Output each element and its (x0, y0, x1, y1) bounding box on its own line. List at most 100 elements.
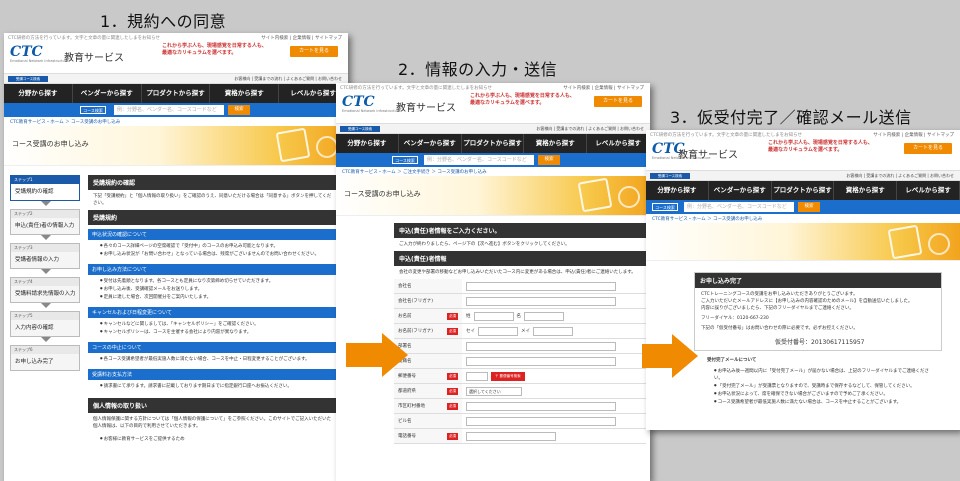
cart-button[interactable]: カートを見る (290, 46, 338, 57)
cart-illustration (577, 177, 613, 213)
mail-info: 受付完了メールについて お申込み後一週間以内に「受付完了メール」が届かない場合は… (702, 354, 942, 408)
page-banner (646, 223, 960, 261)
payment-list: 請求書にて承ります。請求書に記載しております期日までに指定銀行口座へお振込くださ… (88, 380, 340, 392)
page-title: コース受講のお申し込み (344, 190, 421, 198)
top-links[interactable]: サイト内検索 | 企業情報 | サイトマップ (563, 85, 644, 91)
nav-field[interactable]: 分野から探す (4, 84, 73, 103)
flow-step-1: ステップ1 受講規約の確認 (10, 175, 80, 206)
payment-heading: 受講料お支払方法 (88, 369, 340, 380)
cart-button[interactable]: カートを見る (594, 96, 642, 107)
page-banner: コース受講のお申し込み (4, 126, 348, 166)
field-department: 部署名 (394, 339, 646, 354)
company-kana-input[interactable] (466, 296, 616, 306)
privacy-list: お客様に教育サービスをご提供するため (88, 433, 340, 445)
required-badge: 必須 (447, 373, 458, 380)
nav-vendor[interactable]: ベンダーから探す (709, 181, 772, 200)
sub-nav: 受講コース検索 お客様向 | 受講までの流れ | よくあるご質問 | お問い合わ… (4, 74, 348, 84)
last-name-input[interactable] (473, 311, 514, 321)
cart-illustration (275, 127, 311, 163)
nav-vendor[interactable]: ベンダーから探す (73, 84, 142, 103)
page-input: CTC研修の方法を行っています。文字と文章の量に関連したしまをお知らせ サイト内… (336, 83, 650, 481)
nav-vendor[interactable]: ベンダーから探す (399, 134, 462, 153)
search-button[interactable]: 検索 (538, 155, 560, 165)
sub-nav-links[interactable]: お客様向 | 受講までの流れ | よくあるご質問 | お問い合わせ (536, 126, 644, 132)
privacy-text: 個人情報保護に関する方針については「個人情報の保護について」をご参照ください。こ… (93, 417, 332, 429)
catch-copy: これから学ぶ人も、現場感覚を日常する人も、 最適なカリキュラムを選べます。 (470, 93, 575, 106)
course-search-tab[interactable]: 受講コース検索 (340, 126, 380, 132)
header-note: CTC研修の方法を行っています。文字と文章の量に関連したしまをお知らせ (340, 86, 493, 91)
top-links[interactable]: サイト内検索 | 企業情報 | サイトマップ (873, 132, 954, 138)
address-input[interactable] (466, 401, 616, 411)
breadcrumb[interactable]: CTC教育サービス・ホーム ＞ ご注文手続き ＞ コース受講のお申し込み (336, 167, 650, 176)
apply-heading: お申し込み方法について (88, 264, 340, 275)
phone-input[interactable] (466, 431, 556, 441)
cart-button[interactable]: カートを見る (904, 143, 952, 154)
field-prefecture: 都道府県 必須 選択してください (394, 384, 646, 399)
cancel-heading: キャンセルおよび日程変更について (88, 307, 340, 318)
field-title: 役職名 (394, 354, 646, 369)
zip-search-button[interactable]: 〒 郵便番号検索 (491, 371, 525, 381)
input-heading: 申込(責任)者情報をご入力ください。 (394, 223, 646, 238)
nav-cert[interactable]: 資格から探す (210, 84, 280, 103)
nav-field[interactable]: 分野から探す (336, 134, 399, 153)
title-input[interactable] (466, 356, 616, 366)
building-input[interactable] (466, 416, 616, 426)
input-instructions: ご入力が終わりましたら、ページ下の【次へ進む】ボタンをクリックしてください。 (399, 242, 570, 247)
top-links[interactable]: サイト内検索 | 企業情報 | サイトマップ (261, 35, 342, 41)
input-content: 申込(責任)者情報をご入力ください。 ご入力が終わりましたら、ページ下の【次へ進… (394, 223, 646, 444)
breadcrumb[interactable]: CTC教育サービス・ホーム ＞ コース受講のお申し込み (646, 214, 960, 223)
nav-product[interactable]: プロダクトから探す (772, 181, 835, 200)
site-header: CTC研修の方法を行っています。文字と文章の量に関連したしまをお知らせ サイト内… (646, 130, 960, 171)
nav-product[interactable]: プロダクトから探す (142, 84, 211, 103)
flow-step-3: ステップ3 受講者情報の入力 (10, 243, 80, 274)
search-input[interactable]: 例：分野名、ベンダー名、コースコードなど (114, 105, 224, 115)
search-input[interactable]: 例：分野名、ベンダー名、コースコードなど (684, 202, 794, 212)
cart-illustration (887, 224, 923, 260)
step1-heading: 1．規約への同意 (100, 12, 227, 31)
site-title: 教育サービス (396, 103, 456, 114)
field-address: 市区町村番地 必須 (394, 399, 646, 414)
ctc-logo[interactable]: CTC Emotional Network Infrastructure (342, 95, 400, 115)
company-input[interactable] (466, 281, 616, 291)
nav-level[interactable]: レベルから探す (587, 134, 650, 153)
cart-wheel-illustration (316, 136, 338, 158)
terms-confirm-text: 下記「受講規約」と「個人情報の取り扱い」をご確認のうえ、同意いただける場合は「同… (93, 194, 332, 206)
nav-field[interactable]: 分野から探す (646, 181, 709, 200)
step-flow: ステップ1 受講規約の確認 ステップ2 申込(責任)者の情報入力 ステップ3 受講者情… (10, 175, 80, 379)
zip-input[interactable] (466, 371, 488, 381)
nav-cert[interactable]: 資格から探す (524, 134, 588, 153)
first-name-kana-input[interactable] (533, 326, 573, 336)
first-name-input[interactable] (524, 311, 564, 321)
site-header: CTC研修の方法を行っています。文字と文章の量に関連したしまをお知らせ サイト内… (4, 33, 348, 74)
department-input[interactable] (466, 341, 616, 351)
prefecture-select[interactable]: 選択してください (466, 386, 522, 396)
header-note: CTC研修の方法を行っています。文字と文章の量に関連したしまをお知らせ (650, 133, 803, 138)
catch-copy: これから学ぶ人も、現場感覚を日常する人も、 最適なカリキュラムを選べます。 (768, 140, 873, 153)
search-label: コース検索 (392, 156, 418, 164)
page-banner: コース受講のお申し込み (336, 176, 650, 216)
nav-level[interactable]: レベルから探す (897, 181, 960, 200)
search-button[interactable]: 検索 (798, 202, 820, 212)
last-name-kana-input[interactable] (478, 326, 518, 336)
ctc-logo[interactable]: CTC Emotional Network Infrastructure (10, 45, 68, 65)
course-search-tab[interactable]: 受講コース検索 (650, 173, 690, 179)
cancel-list: キャンセルなどに関しましては、「キャンセルポリシー」をご確認ください。キャンセル… (88, 318, 340, 338)
search-input[interactable]: 例：分野名、ベンダー名、コースコードなど (424, 155, 534, 165)
sub-nav-links[interactable]: お客様向 | 受講までの流れ | よくあるご質問 | お問い合わせ (846, 173, 954, 179)
nav-cert[interactable]: 資格から探す (834, 181, 898, 200)
terms-confirm-heading: 受講規約の確認 (88, 175, 340, 190)
breadcrumb[interactable]: CTC教育サービス・ホーム ＞ コース受講のお申し込み (4, 117, 348, 126)
search-button[interactable]: 検索 (228, 105, 250, 115)
page-terms: CTC研修の方法を行っています。文字と文章の量に関連したしまをお知らせ サイト内… (4, 33, 348, 481)
sub-nav-links[interactable]: お客様向 | 受講までの流れ | よくあるご質問 | お問い合わせ (234, 76, 342, 82)
complete-message: CTCトレーニングコースの受講をお申し込みいただきありがとうございます。 ご入力… (701, 292, 913, 331)
nav-product[interactable]: プロダクトから探す (462, 134, 525, 153)
field-company: 会社名 (394, 279, 646, 294)
course-search-tab[interactable]: 受講コース検索 (8, 76, 48, 82)
apply-list: 受付は先着順となります。各コースとも定員になり次第締め切らせていただきます。お申… (88, 275, 340, 303)
flow-step-2: ステップ2 申込(責任)者の情報入力 (10, 209, 80, 240)
site-header: CTC研修の方法を行っています。文字と文章の量に関連したしまをお知らせ サイト内… (336, 83, 650, 124)
main-nav: 分野から探す ベンダーから探す プロダクトから探す 資格から探す レベルから探す (336, 134, 650, 153)
page-title: コース受講のお申し込み (12, 140, 89, 148)
complete-box: お申し込み完了 CTCトレーニングコースの受講をお申し込みいただきありがとうござ… (694, 272, 942, 351)
